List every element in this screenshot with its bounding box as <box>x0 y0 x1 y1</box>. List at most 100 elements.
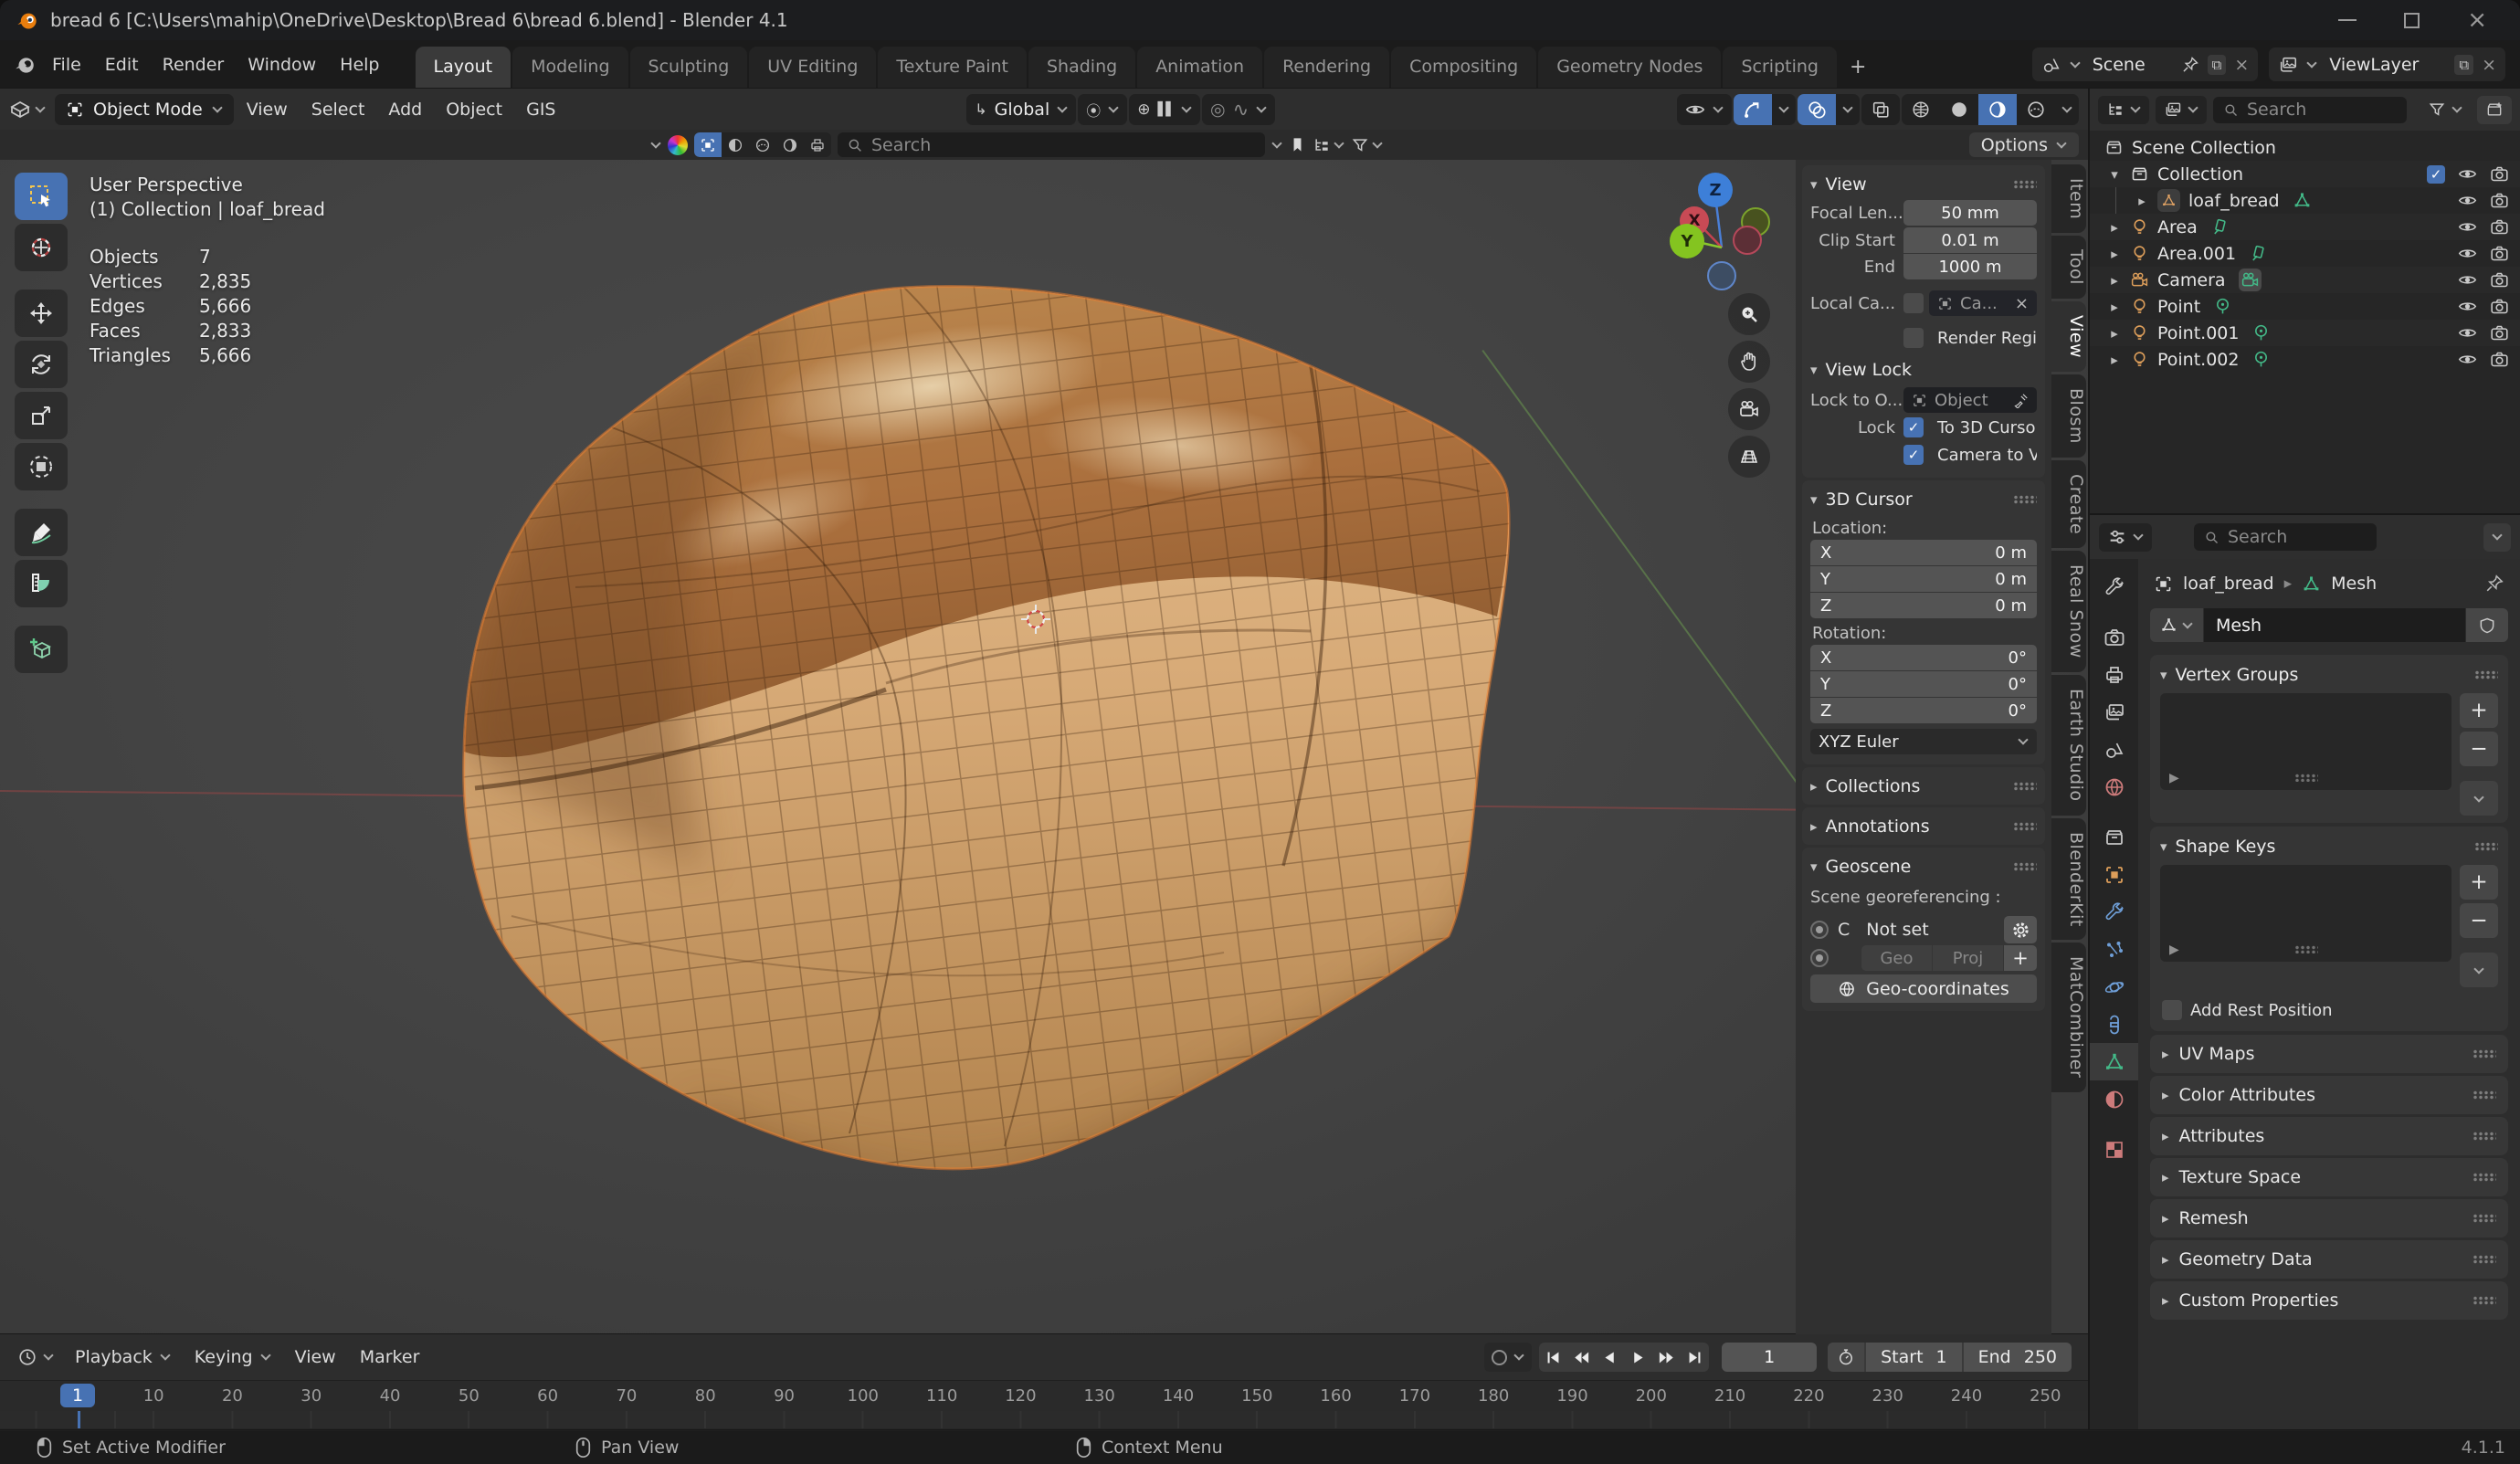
new-viewlayer-button[interactable]: ⧉ <box>2454 54 2474 75</box>
tab-physics[interactable] <box>2090 968 2138 1006</box>
falloff-icon[interactable]: ∿ <box>1233 99 1249 121</box>
tool-measure[interactable] <box>15 560 68 607</box>
area-light-data-icon[interactable] <box>2249 244 2268 263</box>
workspace-tab-rendering[interactable]: Rendering <box>1264 47 1390 89</box>
search-dropdown[interactable] <box>1271 137 1282 149</box>
sidebar-tab-item[interactable]: Item <box>2051 164 2086 234</box>
workspace-tab-modeling[interactable]: Modeling <box>512 47 628 89</box>
outliner-row-area[interactable]: ▸ Area <box>2090 214 2520 240</box>
render-visibility-icon[interactable] <box>2490 323 2509 342</box>
lock-to-3d-cursor-checkbox[interactable]: ✓ <box>1903 417 1924 437</box>
add-vertex-group-button[interactable]: + <box>2460 693 2498 728</box>
pin-icon[interactable] <box>2181 56 2199 74</box>
pan-button[interactable] <box>1728 341 1770 383</box>
sidebar-tab-matcombiner[interactable]: MatCombiner <box>2051 943 2086 1092</box>
hide-eye-icon[interactable] <box>2458 191 2477 210</box>
panel-grip[interactable] <box>2013 821 2037 831</box>
tool-move[interactable] <box>15 290 68 337</box>
panel-grip[interactable] <box>2013 781 2037 791</box>
bread-model[interactable] <box>457 277 1516 1181</box>
hide-eye-icon[interactable] <box>2458 164 2477 184</box>
overlays-dropdown[interactable] <box>1836 94 1860 125</box>
sidebar-tab-create[interactable]: Create <box>2051 460 2086 549</box>
menu-help[interactable]: Help <box>328 55 391 75</box>
show-overlays-toggle[interactable] <box>1797 93 1836 125</box>
lock-camera-to-view-checkbox[interactable]: ✓ <box>1903 445 1924 465</box>
workspace-tab-scripting[interactable]: Scripting <box>1723 47 1837 89</box>
panel-grip[interactable] <box>2473 1049 2496 1059</box>
rotation-mode-dropdown[interactable]: XYZ Euler <box>1810 729 2037 754</box>
render-visibility-icon[interactable] <box>2490 244 2509 263</box>
tab-collection[interactable] <box>2090 818 2138 856</box>
panel-grip[interactable] <box>2474 670 2498 679</box>
geo-button[interactable]: Geo <box>1861 945 1932 971</box>
outliner-row-point[interactable]: ▸ Point <box>2090 293 2520 320</box>
shape-key-specials-button[interactable] <box>2460 953 2498 987</box>
tool-select-box[interactable] <box>15 173 68 220</box>
remove-vertex-group-button[interactable]: − <box>2460 732 2498 766</box>
tool-cursor[interactable] <box>15 224 68 271</box>
tab-material[interactable] <box>2090 1080 2138 1118</box>
panel-vertex-groups-header[interactable]: ▾ Vertex Groups <box>2160 662 2498 688</box>
properties-editor-type[interactable] <box>2099 522 2152 552</box>
next-keyframe-button[interactable] <box>1652 1343 1681 1372</box>
workspace-tab-geometry-nodes[interactable]: Geometry Nodes <box>1538 47 1722 89</box>
area-light-data-icon[interactable] <box>2210 217 2230 237</box>
use-preview-range-button[interactable] <box>1828 1343 1865 1372</box>
show-gizmo-toggle[interactable] <box>1733 93 1772 125</box>
select-set-button[interactable] <box>694 132 722 157</box>
render-visibility-icon[interactable] <box>2490 270 2509 290</box>
outliner-filter-mode[interactable] <box>2156 95 2207 124</box>
mode-dropdown[interactable]: Object Mode <box>55 93 234 125</box>
filter-button[interactable] <box>1351 136 1383 154</box>
timeline-track[interactable] <box>0 1411 2088 1428</box>
cursor-loc-y[interactable]: Y0 m <box>1810 566 2037 592</box>
cursor-rot-y[interactable]: Y 0° <box>1810 671 2037 697</box>
viewport-search-input[interactable]: Search <box>838 132 1265 157</box>
workspace-tab-texture-paint[interactable]: Texture Paint <box>878 47 1027 89</box>
hide-eye-icon[interactable] <box>2458 323 2477 342</box>
add-workspace-button[interactable]: + <box>1839 46 1877 89</box>
add-projection-button[interactable]: + <box>2004 945 2037 971</box>
menu-render[interactable]: Render <box>151 55 237 75</box>
panel-view-header[interactable]: ▾ View <box>1810 170 2037 198</box>
tool-rotate[interactable] <box>15 341 68 388</box>
panel-collections-header[interactable]: ▸ Collections <box>1810 772 2037 800</box>
panel-annotations-header[interactable]: ▸ Annotations <box>1810 812 2037 840</box>
mesh-data-icon[interactable] <box>2293 191 2312 210</box>
tool-color-icon[interactable] <box>668 134 688 155</box>
viewport-menu-select[interactable]: Select <box>301 100 376 120</box>
close-button[interactable]: × <box>2467 8 2487 32</box>
properties-search-input[interactable]: Search <box>2194 523 2377 551</box>
render-region-checkbox[interactable] <box>1903 328 1924 348</box>
vertex-group-specials-button[interactable] <box>2460 781 2498 816</box>
remove-shape-key-button[interactable]: − <box>2460 903 2498 938</box>
properties-collapsed-panel[interactable]: ▸ Remesh <box>2150 1199 2508 1238</box>
tool-scale[interactable] <box>15 392 68 439</box>
cursor-loc-x[interactable]: X0 m <box>1810 540 2037 565</box>
viewport-menu-view[interactable]: View <box>236 100 299 120</box>
maximize-button[interactable] <box>2404 12 2420 28</box>
timeline-ruler[interactable]: 1 10 20 30 40 50 60 70 80 90 100 110 120 130 140 150 16… <box>0 1380 2088 1411</box>
render-visibility-icon[interactable] <box>2490 217 2509 237</box>
tab-scene[interactable] <box>2090 731 2138 768</box>
tab-texture[interactable] <box>2090 1131 2138 1168</box>
outliner-row-collection[interactable]: ▾ Collection ✓ <box>2090 161 2520 187</box>
outliner-row-point-002[interactable]: ▸ Point.002 <box>2090 346 2520 373</box>
render-visibility-icon[interactable] <box>2490 191 2509 210</box>
select-invert-button[interactable] <box>776 132 804 157</box>
hide-eye-icon[interactable] <box>2458 297 2477 316</box>
gizmo-axis-x-neg[interactable] <box>1733 226 1762 255</box>
zoom-button[interactable] <box>1728 293 1770 335</box>
point-light-data-icon[interactable] <box>2251 323 2271 342</box>
properties-collapsed-panel[interactable]: ▸ Color Attributes <box>2150 1076 2508 1114</box>
camera-data-icon[interactable] <box>2238 269 2262 291</box>
outliner-display-mode[interactable] <box>2098 95 2149 124</box>
sidebar-tab-real-snow[interactable]: Real Snow <box>2051 551 2086 673</box>
options-button[interactable]: Options <box>1968 132 2079 157</box>
panel-3d-cursor-header[interactable]: ▾ 3D Cursor <box>1810 485 2037 513</box>
crs-radio[interactable] <box>1810 921 1829 939</box>
chevron-down-icon[interactable] <box>1513 1350 1524 1361</box>
outliner-row-camera[interactable]: ▸ Camera <box>2090 267 2520 293</box>
tool-annotate[interactable] <box>15 509 68 556</box>
